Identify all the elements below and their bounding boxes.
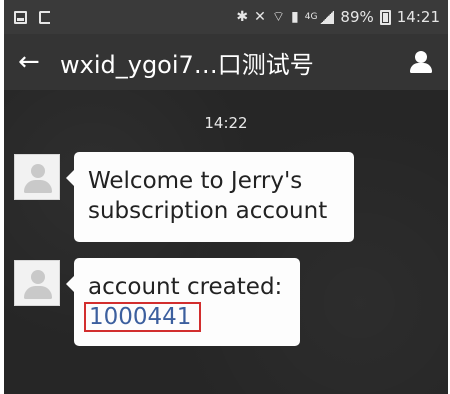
notification-icon [39, 10, 50, 24]
chat-title: wxid_ygoi7…口测试号 [60, 50, 314, 79]
default-avatar-icon[interactable] [14, 260, 60, 306]
sim-icon: ▮ [291, 9, 299, 25]
status-time: 14:21 [396, 8, 440, 26]
signal-icon [320, 10, 335, 24]
person-icon[interactable] [408, 49, 434, 75]
phone-screen: ✱ ✕ ⌔ ▮ 4G 89% 14:21 ← wxid_ygoi7…口测试号 1… [4, 0, 448, 394]
lte-label: 4G [304, 12, 318, 22]
account-id-link[interactable]: 1000441 [89, 304, 191, 330]
bluetooth-icon: ✱ [236, 9, 249, 25]
message-time: 14:22 [204, 114, 248, 132]
status-right: ✱ ✕ ⌔ ▮ 4G 89% 14:21 [236, 8, 440, 26]
status-left [14, 10, 50, 24]
status-bar: ✱ ✕ ⌔ ▮ 4G 89% 14:21 [4, 0, 448, 34]
chat-area: 14:22 Welcome to Jerry's subscription ac… [4, 90, 448, 394]
screenshot-icon [14, 10, 27, 24]
message-text: Welcome to Jerry's subscription account [88, 168, 328, 224]
message-text: account created: [88, 274, 283, 300]
battery-percent: 89% [340, 8, 374, 26]
default-avatar-icon[interactable] [14, 154, 60, 200]
message-bubble[interactable]: Welcome to Jerry's subscription account [66, 152, 354, 242]
arrow-left-icon[interactable]: ← [18, 47, 48, 77]
message-bubble[interactable]: account created: 1000441 [66, 258, 300, 346]
mute-icon: ✕ [254, 9, 266, 25]
battery-icon [379, 9, 391, 25]
highlight-box: 1000441 [84, 302, 202, 332]
wifi-icon: ⌔ [271, 9, 285, 25]
title-bar: ← wxid_ygoi7…口测试号 [4, 34, 448, 90]
